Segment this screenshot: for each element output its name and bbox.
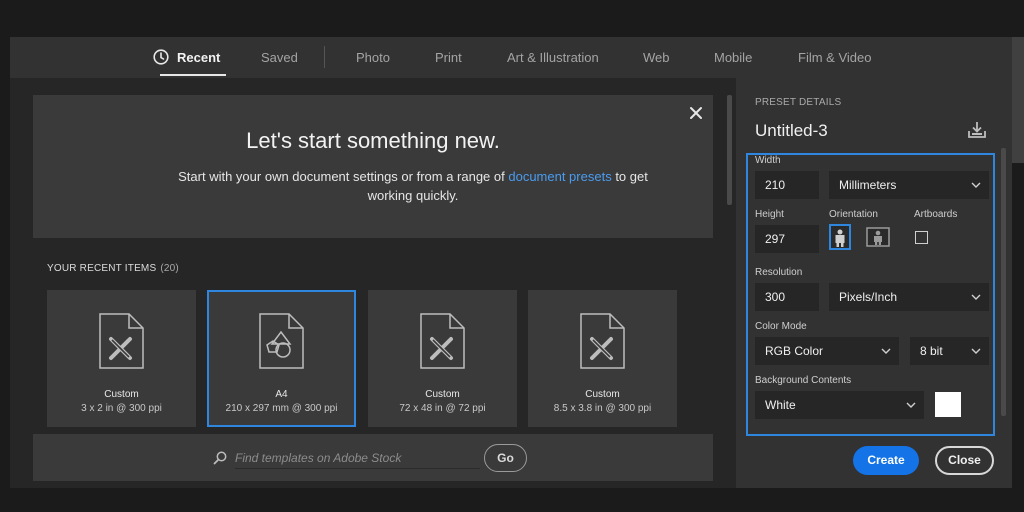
recent-item-card-selected[interactable]: A4 210 x 297 mm @ 300 ppi (207, 290, 356, 427)
units-value: Millimeters (839, 178, 897, 192)
chevron-down-icon (906, 402, 916, 408)
content-scrollbar[interactable] (727, 95, 732, 205)
welcome-title: Let's start something new. (246, 128, 500, 153)
recent-item-card[interactable]: Custom 72 x 48 in @ 72 ppi (368, 290, 517, 427)
close-icon[interactable] (687, 104, 705, 122)
stock-search-input[interactable] (235, 447, 480, 469)
background-contents-label: Background Contents (755, 375, 852, 386)
tab-art-illustration[interactable]: Art & Illustration (507, 50, 599, 65)
tab-film-video[interactable]: Film & Video (798, 50, 871, 65)
recent-item-desc: 72 x 48 in @ 72 ppi (399, 403, 486, 414)
create-button[interactable]: Create (853, 446, 919, 475)
search-icon (213, 451, 227, 465)
recent-items-count: (20) (160, 263, 179, 274)
color-mode-label: Color Mode (755, 321, 807, 332)
document-presets-link[interactable]: document presets (508, 169, 611, 184)
recent-item-desc: 3 x 2 in @ 300 ppi (81, 403, 162, 414)
close-button[interactable]: Close (935, 446, 994, 475)
width-label: Width (755, 155, 781, 166)
active-tab-indicator (160, 74, 226, 76)
tab-web[interactable]: Web (643, 50, 670, 65)
document-name-field[interactable]: Untitled-3 (755, 121, 828, 141)
recent-item-desc: 210 x 297 mm @ 300 ppi (225, 403, 338, 414)
recent-item-name: Custom (104, 389, 139, 400)
window-scrollbar[interactable] (1012, 37, 1024, 163)
height-label: Height (755, 209, 784, 220)
document-brush-icon (99, 313, 144, 369)
recent-item-name: Custom (425, 389, 460, 400)
bit-depth-value: 8 bit (920, 344, 943, 358)
recent-item-desc: 8.5 x 3.8 in @ 300 ppi (553, 403, 652, 414)
chevron-down-icon (881, 348, 891, 354)
clock-icon (153, 49, 169, 65)
background-contents-dropdown[interactable]: White (755, 391, 924, 419)
chevron-down-icon (971, 348, 981, 354)
orientation-label: Orientation (829, 209, 878, 220)
height-input[interactable]: 297 (755, 225, 819, 253)
color-mode-dropdown[interactable]: RGB Color (755, 337, 899, 365)
preset-panel-scrollbar[interactable] (1001, 148, 1006, 416)
preset-tabs: Recent Saved Photo Print Art & Illustrat… (10, 37, 752, 78)
tab-saved[interactable]: Saved (261, 50, 298, 65)
portrait-orientation-icon[interactable] (829, 224, 851, 250)
go-button[interactable]: Go (484, 444, 527, 472)
resolution-input[interactable]: 300 (755, 283, 819, 311)
background-color-swatch[interactable] (935, 392, 961, 417)
welcome-subtitle: Start with your own document settings or… (173, 167, 653, 205)
tab-divider (324, 46, 325, 68)
document-shapes-icon (259, 313, 304, 369)
color-mode-value: RGB Color (765, 344, 824, 358)
units-dropdown[interactable]: Millimeters (829, 171, 989, 199)
welcome-subtitle-text: Start with your own document settings or… (178, 169, 509, 184)
save-preset-icon[interactable] (967, 121, 987, 139)
resolution-unit-dropdown[interactable]: Pixels/Inch (829, 283, 989, 311)
artboards-label: Artboards (914, 209, 958, 220)
welcome-banner: Let's start something new. Start with yo… (33, 95, 713, 238)
preset-details-heading: PRESET DETAILS (755, 97, 842, 108)
chevron-down-icon (971, 294, 981, 300)
recent-item-name: Custom (585, 389, 620, 400)
recent-item-card[interactable]: Custom 8.5 x 3.8 in @ 300 ppi (528, 290, 677, 427)
background-contents-value: White (765, 398, 796, 412)
width-input[interactable]: 210 (755, 171, 819, 199)
tab-print[interactable]: Print (435, 50, 462, 65)
document-brush-icon (580, 313, 625, 369)
recent-item-card[interactable]: Custom 3 x 2 in @ 300 ppi (47, 290, 196, 427)
bit-depth-dropdown[interactable]: 8 bit (910, 337, 989, 365)
chevron-down-icon (971, 182, 981, 188)
artboards-checkbox[interactable] (915, 231, 928, 244)
tab-mobile[interactable]: Mobile (714, 50, 752, 65)
document-brush-icon (420, 313, 465, 369)
tab-photo[interactable]: Photo (356, 50, 390, 65)
resolution-unit-value: Pixels/Inch (839, 290, 898, 304)
landscape-orientation-icon[interactable] (866, 224, 890, 250)
recent-items-heading: YOUR RECENT ITEMS (20) (47, 263, 179, 274)
recent-items-title: YOUR RECENT ITEMS (47, 263, 157, 274)
tab-recent[interactable]: Recent (177, 50, 220, 65)
recent-item-name: A4 (275, 389, 288, 400)
resolution-label: Resolution (755, 267, 803, 278)
